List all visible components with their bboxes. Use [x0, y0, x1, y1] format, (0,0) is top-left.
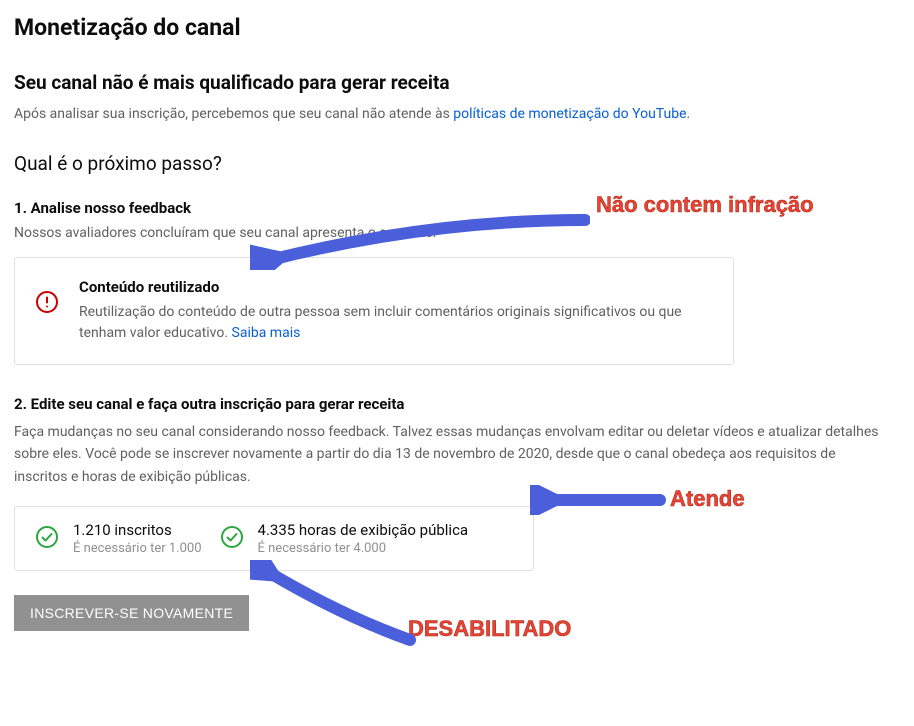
hours-need: É necessário ter 4.000	[258, 541, 469, 556]
desc-suffix: .	[687, 106, 691, 122]
page-title: Monetização do canal	[14, 14, 900, 41]
check-icon	[220, 525, 244, 553]
step2-desc: Faça mudanças no seu canal considerando …	[14, 421, 884, 488]
step2-title: 2. Edite seu canal e faça outra inscriçã…	[14, 395, 900, 413]
subscribers-value: 1.210 inscritos	[73, 521, 202, 539]
requirement-subscribers: 1.210 inscritos É necessário ter 1.000	[35, 521, 202, 556]
desc-prefix: Após analisar sua inscrição, percebemos …	[14, 106, 453, 122]
step1-desc: Nossos avaliadores concluíram que seu ca…	[14, 225, 900, 241]
arrow-icon	[530, 485, 670, 515]
feedback-text: Reutilização do conteúdo de outra pessoa…	[79, 304, 682, 341]
subscribers-need: É necessário ter 1.000	[73, 541, 202, 556]
error-icon	[35, 278, 59, 318]
check-icon	[35, 525, 59, 553]
feedback-body: Reutilização do conteúdo de outra pessoa…	[79, 302, 713, 344]
requirement-hours: 4.335 horas de exibição pública É necess…	[220, 521, 469, 556]
annotation-disabled: DESABILITADO	[408, 616, 571, 642]
step1-title: 1. Analise nosso feedback	[14, 199, 900, 217]
feedback-title: Conteúdo reutilizado	[79, 278, 713, 296]
feedback-content: Conteúdo reutilizado Reutilização do con…	[79, 278, 713, 344]
next-step-heading: Qual é o próximo passo?	[14, 152, 900, 175]
feedback-card: Conteúdo reutilizado Reutilização do con…	[14, 257, 734, 365]
status-heading: Seu canal não é mais qualificado para ge…	[14, 71, 900, 94]
policy-link[interactable]: políticas de monetização do YouTube	[453, 106, 686, 122]
hours-value: 4.335 horas de exibição pública	[258, 521, 469, 539]
requirements-card: 1.210 inscritos É necessário ter 1.000 4…	[14, 506, 534, 571]
reapply-button: Inscrever-se novamente	[14, 595, 249, 631]
annotation-meets: Atende	[670, 486, 745, 512]
arrow-icon	[250, 560, 430, 660]
learn-more-link[interactable]: Saiba mais	[232, 325, 301, 341]
status-description: Após analisar sua inscrição, percebemos …	[14, 106, 900, 122]
